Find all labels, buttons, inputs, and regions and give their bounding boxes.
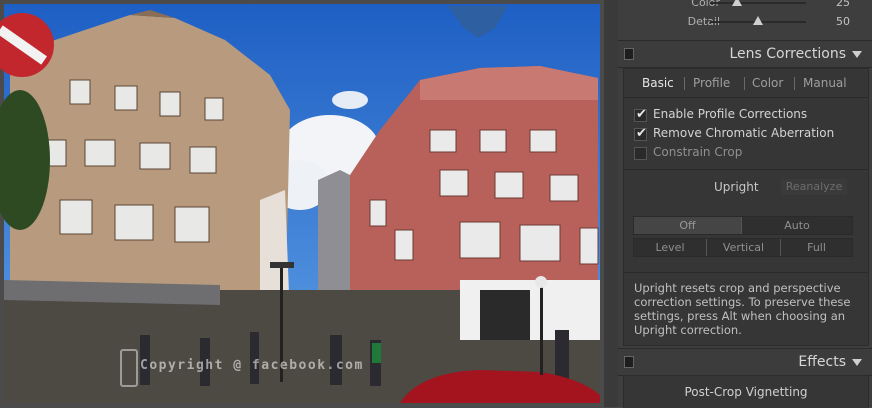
lens-corrections-body: Basic Profile Color Manual ✔ Enable Prof…	[623, 68, 869, 346]
checkbox-label[interactable]: Enable Profile Corrections	[653, 107, 807, 121]
tab-profile[interactable]: Profile	[693, 76, 730, 90]
upright-vertical-button[interactable]: Vertical	[707, 239, 781, 256]
checkbox-label[interactable]: Remove Chromatic Aberration	[653, 126, 834, 140]
tab-manual[interactable]: Manual	[803, 76, 847, 90]
lens-corrections-tabs: Basic Profile Color Manual	[624, 69, 868, 98]
upright-auto-button[interactable]: Auto	[742, 217, 852, 234]
slider-value[interactable]: 25	[836, 0, 850, 9]
section-divider	[624, 272, 868, 273]
lens-corrections-title: Lens Corrections	[729, 46, 846, 62]
checkbox-box[interactable]	[634, 147, 647, 160]
develop-right-panel: Color 25 Detail 50 Lens Corrections Basi…	[618, 0, 872, 408]
panel-switch-icon[interactable]	[624, 48, 634, 60]
effects-title: Effects	[798, 354, 846, 370]
collapse-triangle-icon[interactable]	[852, 51, 862, 58]
slider-thumb[interactable]	[753, 16, 763, 25]
checkmark-icon: ✔	[636, 126, 647, 141]
checkbox-box[interactable]: ✔	[634, 126, 647, 141]
post-crop-vignetting-title: Post-Crop Vignetting	[684, 385, 808, 399]
tab-separator	[744, 77, 745, 90]
photo-preview: Copyright @ facebook.com	[0, 0, 604, 407]
upright-label: Upright	[714, 180, 759, 194]
panel-divider	[604, 0, 618, 407]
checkmark-icon: ✔	[636, 107, 647, 122]
post-crop-vignetting-section: Post-Crop Vignetting	[623, 375, 869, 408]
watermark-camera-icon	[120, 349, 138, 387]
checkbox-label[interactable]: Constrain Crop	[653, 145, 742, 159]
photo-watermark: Copyright @ facebook.com	[140, 358, 364, 373]
slider-value[interactable]: 50	[836, 15, 850, 28]
lens-corrections-header[interactable]: Lens Corrections	[618, 40, 872, 68]
upright-off-button[interactable]: Off	[634, 217, 742, 234]
slider-detail[interactable]: Detail 50	[618, 13, 872, 31]
checkbox-box[interactable]: ✔	[634, 107, 647, 122]
slider-color[interactable]: Color 25	[618, 0, 872, 12]
tab-color[interactable]: Color	[752, 76, 783, 90]
tab-separator	[684, 77, 685, 90]
reanalyze-button[interactable]: Reanalyze	[781, 179, 847, 195]
slider-thumb[interactable]	[732, 0, 742, 6]
section-divider	[624, 169, 868, 170]
upright-button-row-2: Level Vertical Full	[633, 238, 853, 257]
collapse-triangle-icon[interactable]	[852, 359, 862, 366]
panel-switch-icon[interactable]	[624, 356, 634, 368]
slider-track[interactable]	[710, 2, 806, 4]
upright-full-button[interactable]: Full	[781, 239, 852, 256]
tab-separator	[794, 77, 795, 90]
upright-button-row-1: Off Auto	[633, 216, 853, 235]
photo-image	[0, 0, 604, 403]
tab-basic[interactable]: Basic	[642, 76, 674, 90]
upright-level-button[interactable]: Level	[634, 239, 707, 256]
effects-header[interactable]: Effects	[618, 348, 872, 376]
upright-description: Upright resets crop and perspective corr…	[634, 281, 851, 337]
